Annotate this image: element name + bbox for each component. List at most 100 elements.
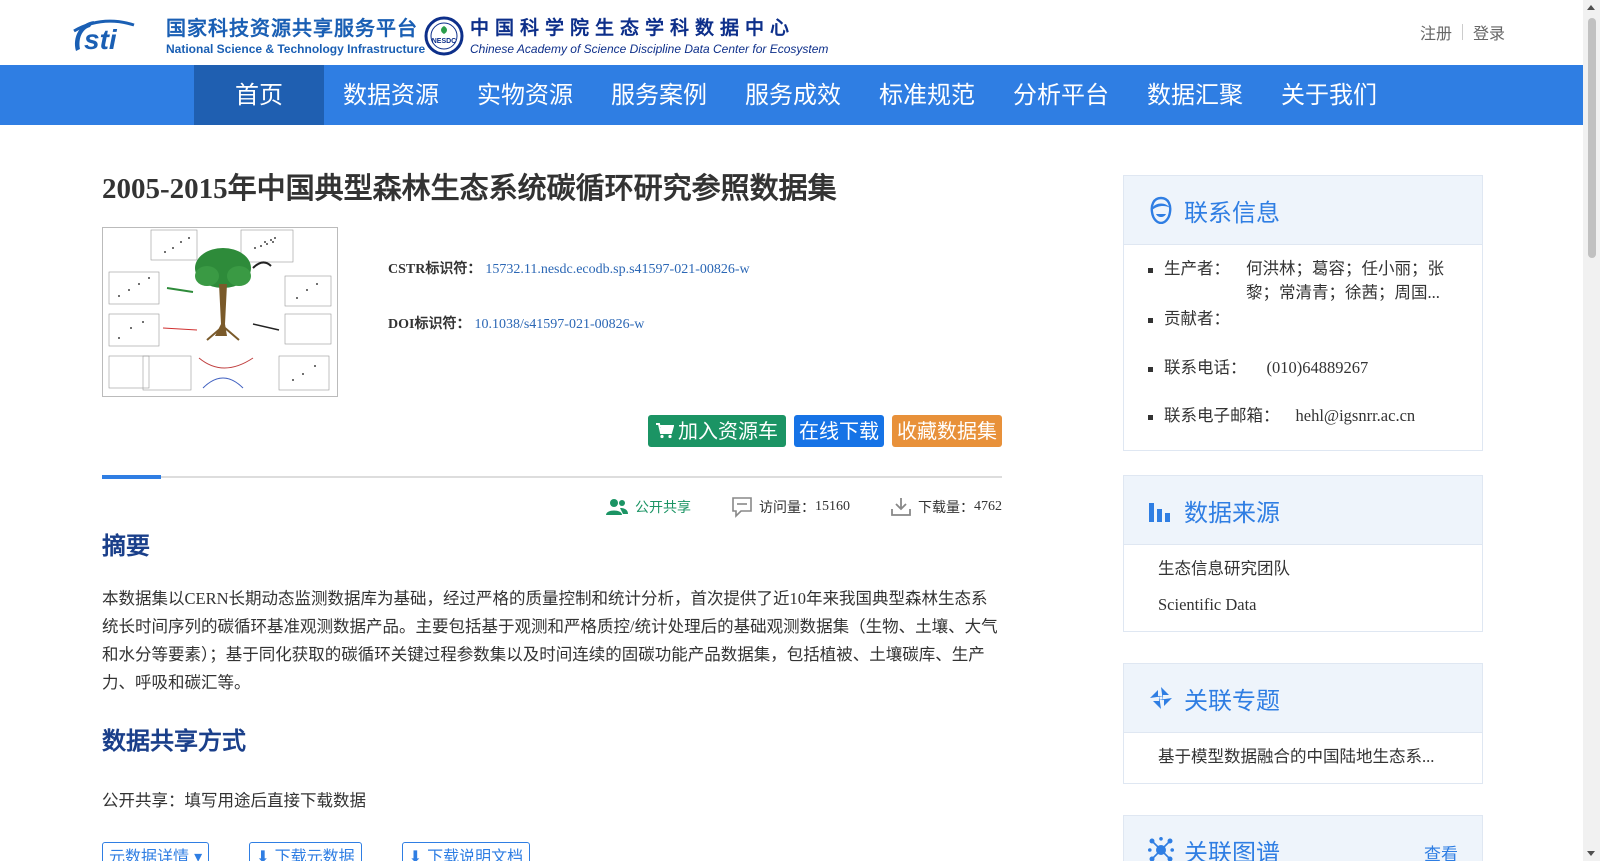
cstr-link[interactable]: 15732.11.nesdc.ecodb.sp.s41597-021-00826… (485, 262, 749, 277)
nesdc-logo[interactable]: NESDC 中国科学院生态学科数据中心 Chinese Academy of S… (424, 16, 828, 56)
related-topic-panel: 关联专题 基于模型数据融合的中国陆地生态系... (1123, 663, 1483, 784)
scroll-down-arrow-icon[interactable] (1587, 851, 1595, 856)
nav-item-service-cases[interactable]: 服务案例 (592, 65, 726, 125)
share-way-text: 公开共享：填写用途后直接下载数据 (102, 791, 366, 810)
metadata-buttons: 元数据详情 ▾ ⬇ 下载元数据 ⬇ 下载说明文档 (102, 842, 570, 861)
comment-icon (732, 497, 752, 518)
register-link[interactable]: 注册 (1420, 20, 1452, 44)
producer-row: 生产者： 何洪林；葛容；任小丽；张黎；常清青；徐茜；周国... (1148, 257, 1458, 305)
share-heading: 数据共享方式 (102, 727, 246, 755)
bar-chart-icon (1149, 503, 1170, 522)
data-source-item[interactable]: 生态信息研究团队 (1148, 557, 1458, 581)
nsti-logo[interactable]: sti 国家科技资源共享服务平台 National Science & Tech… (72, 16, 425, 56)
share-status: 公开共享 (605, 497, 691, 517)
add-to-cart-label: 加入资源车 (678, 419, 778, 443)
nesdc-logo-cn: 中国科学院生态学科数据中心 (470, 17, 796, 39)
network-graph-icon (1148, 837, 1174, 861)
metadata-details-label: 元数据详情 (109, 847, 190, 861)
nav-item-about-us[interactable]: 关于我们 (1262, 65, 1396, 125)
metadata-details-button[interactable]: 元数据详情 ▾ (102, 842, 210, 861)
data-source-panel-header: 数据来源 (1124, 476, 1482, 545)
download-metadata-label: 下载元数据 (274, 847, 355, 861)
svg-text:sti: sti (84, 24, 118, 55)
favorite-dataset-button[interactable]: 收藏数据集 (892, 415, 1002, 447)
nav-item-service-results[interactable]: 服务成效 (726, 65, 860, 125)
nav-item-data-resources[interactable]: 数据资源 (324, 65, 458, 125)
download-icon: ⬇ (408, 847, 423, 861)
contact-panel-header: 联系信息 (1124, 176, 1482, 245)
users-icon (606, 499, 628, 515)
cstr-identifier: CSTR标识符： 15732.11.nesdc.ecodb.sp.s41597-0… (388, 258, 750, 278)
dataset-thumbnail[interactable] (102, 227, 338, 397)
auth-links: 注册 登录 (1420, 20, 1505, 44)
nsti-logo-cn: 国家科技资源共享服务平台 (166, 16, 418, 40)
main-nav: 首页 数据资源 实物资源 服务案例 服务成效 标准规范 分析平台 数据汇聚 关于… (0, 65, 1583, 125)
cart-icon (656, 423, 674, 439)
caret-down-icon: ▾ (194, 847, 203, 861)
dataset-title: 2005-2015年中国典型森林生态系统碳循环研究参照数据集 (102, 173, 837, 205)
download-value: 4762 (974, 499, 1002, 514)
abstract-heading: 摘要 (102, 532, 150, 560)
download-icon (891, 498, 911, 516)
contributor-row: 贡献者： (1148, 307, 1458, 331)
email-value[interactable]: hehl@igsnrr.ac.cn (1296, 404, 1416, 428)
nsti-logo-en: National Science & Technology Infrastruc… (166, 42, 426, 56)
page-scrollbar[interactable] (1583, 0, 1600, 861)
related-graph-panel-header: 关联图谱 查看 (1124, 816, 1482, 861)
site-header: sti 国家科技资源共享服务平台 National Science & Tech… (0, 0, 1583, 65)
phone-label: 联系电话： (1164, 358, 1247, 377)
data-source-item[interactable]: Scientific Data (1148, 593, 1458, 617)
share-status-label: 公开共享 (635, 501, 691, 516)
nesdc-seal-icon: NESDC (424, 16, 464, 56)
phone-value: (010)64889267 (1266, 358, 1369, 377)
nav-item-data-aggregation[interactable]: 数据汇聚 (1128, 65, 1262, 125)
abstract-text: 本数据集以CERN长期动态监测数据库为基础，经过严格的质量控制和统计分析，首次提… (102, 589, 998, 692)
contact-panel: 联系信息 生产者： 何洪林；葛容；任小丽；张黎；常清青；徐茜；周国... 贡献者… (1123, 175, 1483, 451)
download-icon: ⬇ (256, 847, 270, 861)
dataset-main: 2005-2015年中国典型森林生态系统碳循环研究参照数据集 CSTR标识符： … (102, 165, 1002, 861)
related-topic-panel-header: 关联专题 (1124, 664, 1482, 733)
online-download-button[interactable]: 在线下载 (794, 415, 884, 447)
nav-item-analysis-platform[interactable]: 分析平台 (994, 65, 1128, 125)
visit-value: 15160 (815, 499, 850, 514)
dataset-actions: 加入资源车 在线下载 收藏数据集 (640, 415, 1002, 447)
doi-identifier: DOI标识符： 10.1038/s41597-021-00826-w (388, 313, 644, 333)
nav-item-standards[interactable]: 标准规范 (860, 65, 994, 125)
contact-panel-body: 生产者： 何洪林；葛容；任小丽；张黎；常清青；徐茜；周国... 贡献者： 联系电… (1124, 245, 1482, 450)
contact-panel-title: 联系信息 (1184, 198, 1280, 227)
person-icon (1150, 196, 1172, 224)
producer-value: 何洪林；葛容；任小丽；张黎；常清青；徐茜；周国... (1246, 259, 1444, 302)
data-source-panel-title: 数据来源 (1184, 498, 1280, 527)
contributor-label: 贡献者： (1164, 309, 1230, 328)
related-graph-panel: 关联图谱 查看 (1123, 815, 1483, 861)
scrollbar-thumb[interactable] (1588, 18, 1596, 258)
doi-label: DOI标识符： (388, 317, 471, 332)
tab-active-indicator (102, 475, 161, 479)
cstr-label: CSTR标识符： (388, 262, 482, 277)
related-graph-panel-title: 关联图谱 (1184, 838, 1280, 861)
producer-label: 生产者： (1164, 259, 1230, 278)
scroll-up-arrow-icon[interactable] (1587, 5, 1595, 10)
email-label: 联系电子邮箱： (1164, 406, 1280, 425)
nav-item-physical-resources[interactable]: 实物资源 (458, 65, 592, 125)
related-topic-panel-title: 关联专题 (1184, 686, 1280, 715)
doi-link[interactable]: 10.1038/s41597-021-00826-w (474, 317, 644, 332)
view-graph-link[interactable]: 查看 (1424, 840, 1458, 861)
download-metadata-button[interactable]: ⬇ 下载元数据 (249, 842, 362, 861)
login-link[interactable]: 登录 (1473, 20, 1505, 44)
auth-divider (1462, 24, 1464, 40)
data-source-panel: 数据来源 生态信息研究团队 Scientific Data (1123, 475, 1483, 632)
add-to-cart-button[interactable]: 加入资源车 (648, 415, 786, 447)
nesdc-logo-en: Chinese Academy of Science Discipline Da… (470, 42, 829, 56)
download-doc-button[interactable]: ⬇ 下载说明文档 (401, 842, 531, 861)
visit-count: 访问量： 15160 (731, 496, 850, 518)
nav-item-home[interactable]: 首页 (194, 65, 324, 125)
dataset-stats: 公开共享 访问量： 15160 下载量： 4762 (565, 496, 1002, 518)
data-source-panel-body: 生态信息研究团队 Scientific Data (1124, 545, 1482, 631)
nsti-logo-mark: sti (72, 17, 158, 55)
download-count: 下载量： 4762 (890, 497, 1002, 517)
related-topic-item[interactable]: 基于模型数据融合的中国陆地生态系... (1148, 745, 1458, 769)
tab-underline (102, 475, 1002, 479)
download-doc-label: 下载说明文档 (427, 847, 524, 861)
related-topic-panel-body: 基于模型数据融合的中国陆地生态系... (1124, 733, 1482, 783)
